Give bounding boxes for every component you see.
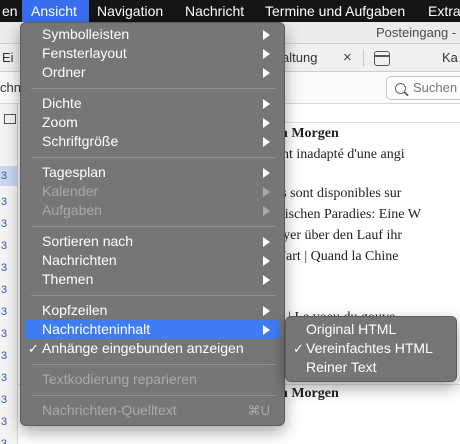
menu-item-calendar: Kalender: [25, 182, 280, 201]
chevron-right-icon: [263, 137, 270, 147]
search-icon: [395, 83, 406, 94]
menu-item-sort-by[interactable]: Sortieren nach: [25, 232, 280, 251]
list-row-marker[interactable]: 3: [0, 166, 18, 186]
menu-item-window-layout[interactable]: Fensterlayout: [25, 44, 280, 63]
menu-item-inline-attachments[interactable]: ✓ Anhänge eingebunden anzeigen: [25, 339, 280, 358]
menu-item-message-body[interactable]: Nachrichteninhalt: [25, 320, 280, 339]
menu-item-folders[interactable]: Ordner: [25, 63, 280, 82]
list-row-marker[interactable]: 3: [0, 236, 18, 256]
menu-item-tasks: Aufgaben: [25, 201, 280, 220]
chevron-right-icon: [263, 256, 270, 266]
list-row-marker[interactable]: 3: [0, 412, 18, 432]
list-row-marker[interactable]: 3: [0, 280, 18, 300]
list-row-marker[interactable]: 3: [0, 302, 18, 322]
chevron-right-icon: [263, 275, 270, 285]
menubar-item-tools[interactable]: Extra: [428, 0, 460, 22]
menu-item-headers[interactable]: Kopfzeilen: [25, 301, 280, 320]
search-box[interactable]: [386, 76, 460, 100]
menu-item-today-pane[interactable]: Tagesplan: [25, 163, 280, 182]
menu-item-threads[interactable]: Themen: [25, 270, 280, 289]
window-title: Posteingang -: [376, 25, 457, 40]
submenu-item-simple-html[interactable]: ✓ Vereinfachtes HTML: [290, 339, 452, 358]
menu-separator: [31, 395, 276, 396]
chevron-right-icon: [263, 306, 270, 316]
tab-close-icon[interactable]: ×: [343, 44, 352, 72]
toolbar-label: chn: [0, 80, 21, 95]
menu-separator: [31, 157, 276, 158]
chevron-right-icon: [263, 99, 270, 109]
tab-divider: [363, 49, 364, 67]
chevron-right-icon: [263, 49, 270, 59]
columns-icon[interactable]: [4, 114, 16, 124]
list-row-marker[interactable]: 3: [0, 390, 18, 410]
menu-item-repair-encoding: Textkodierung reparieren: [42, 371, 197, 387]
menu-item-messages[interactable]: Nachrichten: [25, 251, 280, 270]
menubar-item-view[interactable]: Ansicht: [22, 0, 89, 22]
tab-inbox[interactable]: Ei: [2, 44, 22, 72]
menu-item-density[interactable]: Dichte: [25, 94, 280, 113]
calendar-icon[interactable]: [374, 51, 390, 66]
menu-separator: [31, 226, 276, 227]
tab-settings[interactable]: altung: [282, 44, 338, 72]
chevron-right-icon: [263, 168, 270, 178]
chevron-right-icon: [263, 237, 270, 247]
menu-separator: [31, 295, 276, 296]
menubar-item-partial[interactable]: en: [0, 0, 22, 22]
menu-separator: [31, 364, 276, 365]
checkmark-icon: ✓: [293, 341, 304, 356]
tab-calendar[interactable]: Ka: [442, 44, 460, 72]
chevron-right-icon: [263, 68, 270, 78]
search-input[interactable]: [413, 80, 460, 95]
menubar-item-message[interactable]: Nachricht: [185, 0, 244, 22]
menu-item-zoom[interactable]: Zoom: [25, 113, 280, 132]
list-row-marker[interactable]: 3: [0, 258, 18, 278]
chevron-right-icon: [263, 30, 270, 40]
checkmark-icon: ✓: [28, 341, 39, 356]
message-list-gutter: 3 3 3 3 3 3 3 3 3 3 3 3 3: [0, 104, 18, 444]
menu-item-font-size[interactable]: Schriftgröße: [25, 132, 280, 151]
chevron-right-icon: [263, 325, 270, 335]
menu-separator: [31, 88, 276, 89]
menu-item-message-source: Nachrichten-Quelltext ⌘U: [42, 402, 270, 418]
shortcut-label: ⌘U: [247, 403, 270, 418]
menu-bar: en Ansicht Navigation Nachricht Termine …: [0, 0, 460, 22]
chevron-right-icon: [263, 187, 270, 197]
chevron-right-icon: [263, 206, 270, 216]
list-row-marker[interactable]: 3: [0, 324, 18, 344]
message-body-submenu: Original HTML ✓ Vereinfachtes HTML Reine…: [285, 316, 457, 382]
menu-item-toolbars[interactable]: Symbolleisten: [25, 25, 280, 44]
menubar-item-events-tasks[interactable]: Termine und Aufgaben: [265, 0, 405, 22]
chevron-right-icon: [263, 118, 270, 128]
list-row-marker[interactable]: 3: [0, 434, 18, 444]
view-menu: Symbolleisten Fensterlayout Ordner Dicht…: [20, 22, 285, 426]
list-row-marker[interactable]: 3: [0, 368, 18, 388]
list-row-marker[interactable]: 3: [0, 214, 18, 234]
list-row-marker[interactable]: 3: [0, 192, 18, 212]
list-row-marker[interactable]: 3: [0, 346, 18, 366]
menubar-item-navigation[interactable]: Navigation: [97, 0, 163, 22]
submenu-item-original-html[interactable]: Original HTML: [290, 320, 452, 339]
submenu-item-plain-text[interactable]: Reiner Text: [290, 358, 452, 377]
